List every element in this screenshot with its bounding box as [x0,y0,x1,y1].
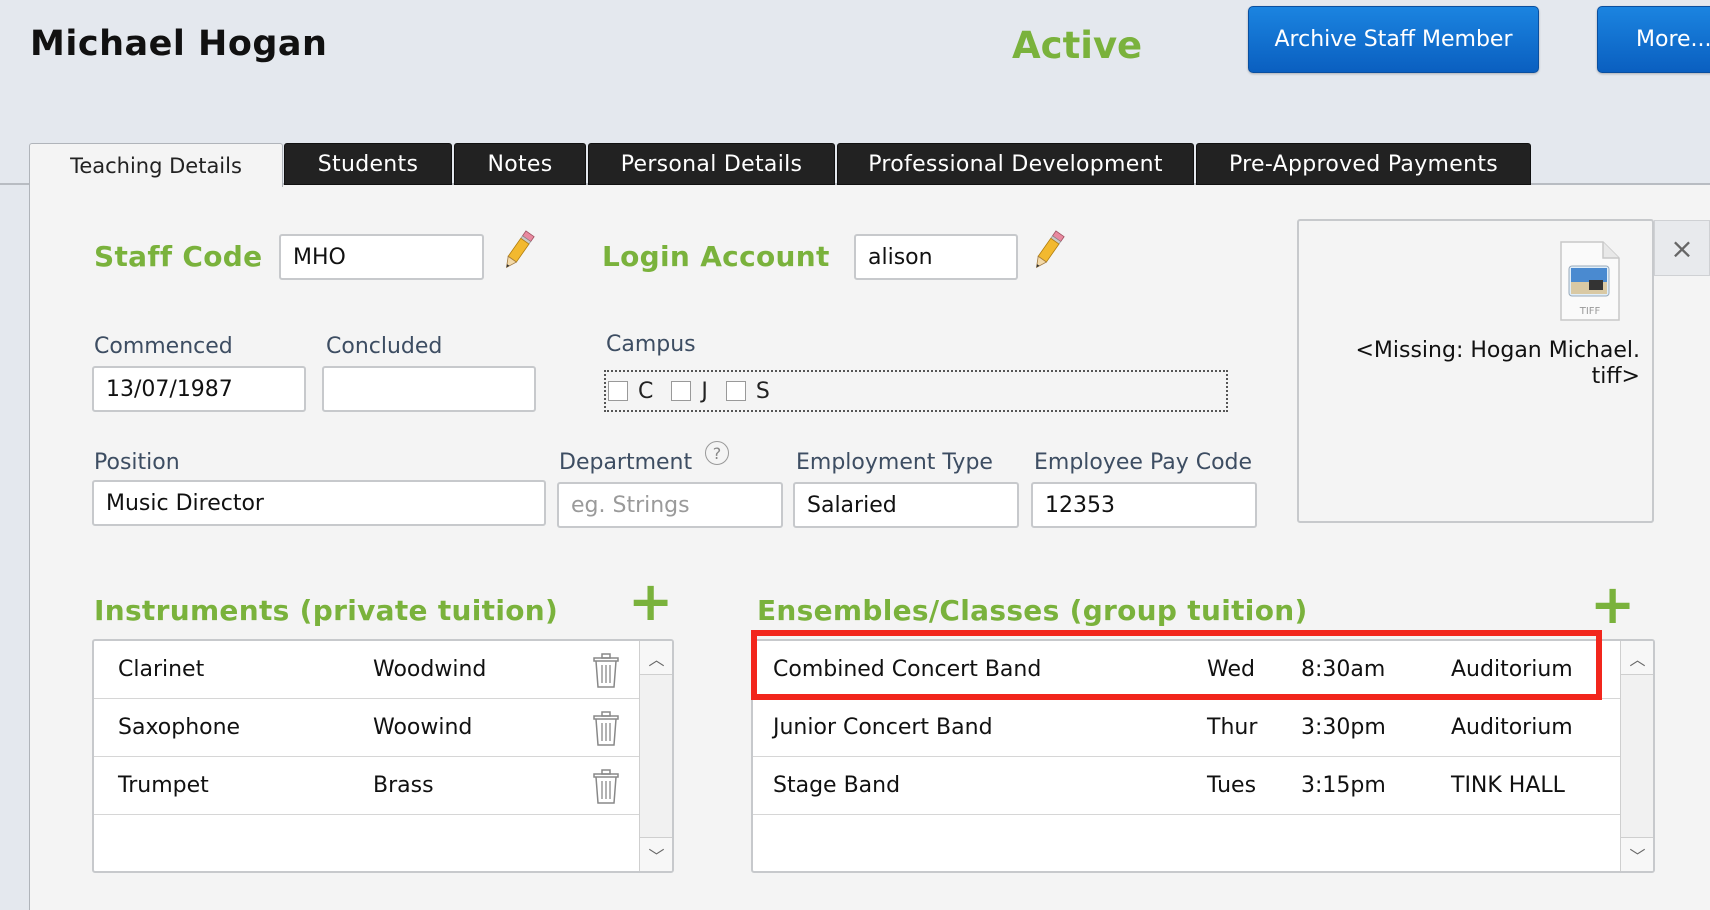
more-button[interactable]: More... [1597,6,1710,73]
delete-trash-icon[interactable] [592,653,620,689]
ensemble-name: Junior Concert Band [773,715,993,740]
file-type-label: TIFF [1579,306,1601,317]
ensemble-day: Tues [1207,773,1257,798]
login-account-field[interactable]: alison [854,234,1018,280]
add-ensemble-plus-icon[interactable]: + [1590,578,1635,632]
instrument-family: Woodwind [373,657,487,682]
ensembles-title: Ensembles/Classes (group tuition) [757,594,1308,627]
delete-trash-icon[interactable] [592,711,620,747]
staff-name: Michael Hogan [30,24,328,64]
tab-students[interactable]: Students [284,143,452,185]
instrument-name: Trumpet [118,773,209,798]
ensemble-row[interactable]: Junior Concert Band Thur 3:30pm Auditori… [753,699,1620,757]
instrument-name: Clarinet [118,657,205,682]
department-field[interactable]: eg. Strings [557,482,783,528]
commenced-label: Commenced [94,334,233,359]
tab-teaching-details[interactable]: Teaching Details [29,143,283,187]
archive-staff-button[interactable]: Archive Staff Member [1248,6,1539,73]
instrument-row[interactable]: Clarinet Woodwind [94,641,639,699]
scroll-up-icon[interactable]: ︿ [1621,641,1653,675]
tab-pre-approved-payments[interactable]: Pre-Approved Payments [1196,143,1531,185]
campus-j-label: J [701,378,708,404]
employment-type-field[interactable]: Salaried [793,482,1019,528]
missing-photo-line-2: tiff> [1591,364,1640,389]
instrument-row[interactable]: Trumpet Brass [94,757,639,815]
scroll-up-icon[interactable]: ︿ [640,641,672,675]
campus-c-label: C [638,378,654,404]
status-label: Active [1012,24,1143,67]
campus-checkbox-c[interactable] [608,381,628,401]
campus-s-label: S [755,378,770,404]
employee-pay-code-label: Employee Pay Code [1034,450,1253,475]
tab-personal-details[interactable]: Personal Details [588,143,835,185]
tab-notes[interactable]: Notes [454,143,586,185]
scroll-down-icon[interactable]: ﹀ [640,837,672,871]
edit-staff-code-pencil-icon[interactable] [500,228,536,274]
position-label: Position [94,450,180,475]
instruments-list: Clarinet Woodwind Saxophone Woowind Trum… [92,639,674,873]
instrument-family: Brass [373,773,434,798]
delete-trash-icon[interactable] [592,769,620,805]
ensemble-day: Thur [1207,715,1258,740]
instruments-scrollbar[interactable]: ︿ ﹀ [639,641,672,871]
ensemble-venue: Auditorium [1451,715,1573,740]
employee-pay-code-field[interactable]: 12353 [1031,482,1257,528]
tiff-file-icon: TIFF [1560,241,1620,321]
ensembles-scrollbar[interactable]: ︿ ﹀ [1620,641,1653,871]
campus-checkbox-j[interactable] [671,381,692,401]
edit-login-account-pencil-icon[interactable] [1030,228,1066,274]
missing-photo-text: <Missing: Hogan Michael. tiff> [1300,338,1640,390]
staff-code-label: Staff Code [94,240,263,273]
login-account-label: Login Account [602,240,830,273]
missing-photo-line-1: <Missing: Hogan Michael. [1355,338,1640,363]
instrument-name: Saxophone [118,715,241,740]
tab-professional-development[interactable]: Professional Development [837,143,1194,185]
campus-checkbox-s[interactable] [725,381,746,401]
department-help-icon[interactable]: ? [705,441,729,465]
commenced-field[interactable]: 13/07/1987 [92,366,306,412]
selected-row-highlight [751,630,1602,700]
department-label: Department [559,450,693,475]
ensemble-name: Stage Band [773,773,901,798]
scroll-down-icon[interactable]: ﹀ [1621,837,1653,871]
position-field[interactable]: Music Director [92,480,546,526]
close-photo-icon[interactable]: × [1654,220,1710,276]
staff-code-field[interactable]: MHO [279,234,484,280]
concluded-label: Concluded [326,334,443,359]
ensemble-time: 3:15pm [1301,773,1386,798]
ensemble-time: 3:30pm [1301,715,1386,740]
concluded-field[interactable] [322,366,536,412]
add-instrument-plus-icon[interactable]: + [628,575,673,629]
campus-options: C J S [604,370,1228,412]
ensemble-row[interactable]: Stage Band Tues 3:15pm TINK HALL [753,757,1620,815]
ensemble-venue: TINK HALL [1451,773,1565,798]
employment-type-label: Employment Type [796,450,993,475]
instrument-family: Woowind [373,715,473,740]
instruments-title: Instruments (private tuition) [94,594,559,627]
campus-label: Campus [606,332,696,357]
instrument-row[interactable]: Saxophone Woowind [94,699,639,757]
